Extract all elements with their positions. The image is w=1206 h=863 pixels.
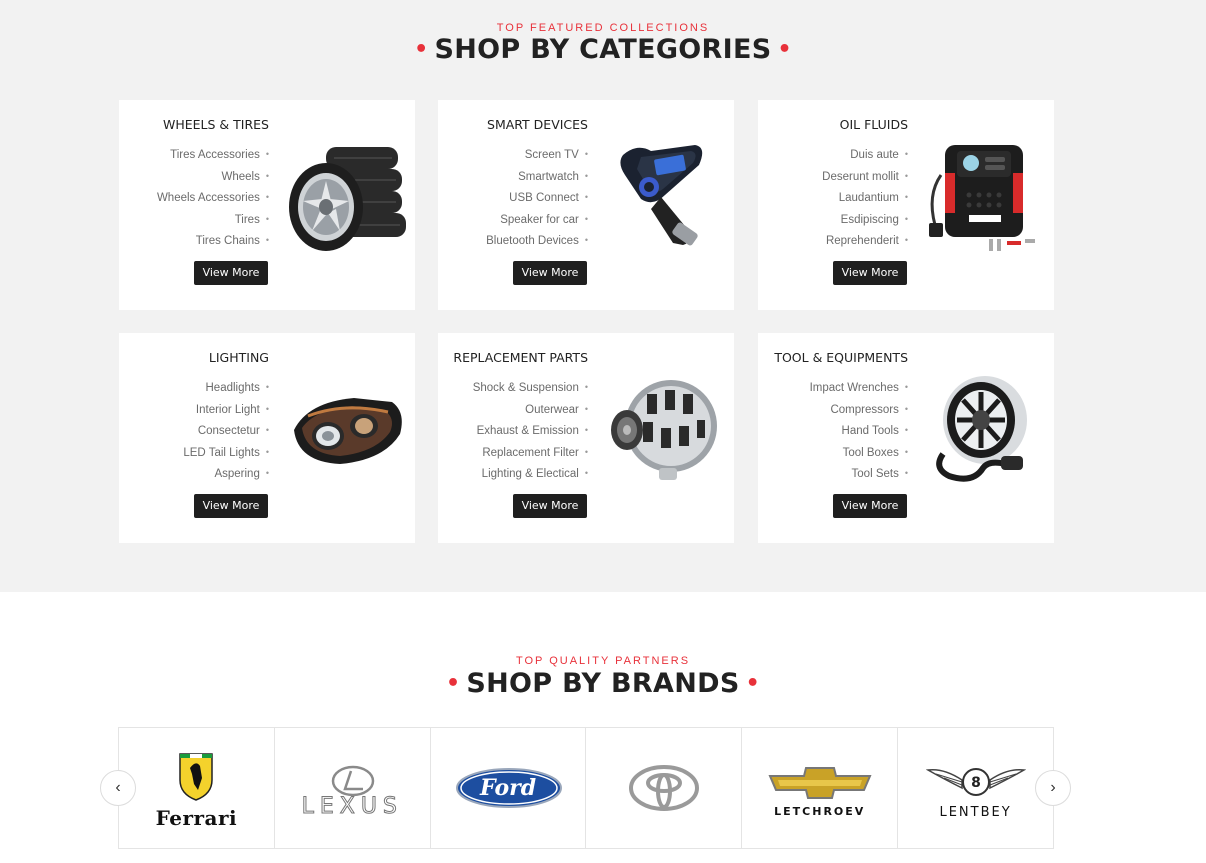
category-link[interactable]: Bluetooth Devices [486, 230, 588, 252]
brand-carousel: Ferrari LEXUS Ford LETCHROEV 8 LENTBEY [118, 727, 1054, 849]
card-title: TOOL & EQUIPMENTS [774, 350, 908, 365]
category-card-wheels-tires: WHEELS & TIRES Tires Accessories Wheels … [119, 100, 415, 310]
category-link[interactable]: Duis aute [822, 144, 908, 166]
category-card-replacement-parts: REPLACEMENT PARTS Shock & Suspension Out… [438, 333, 734, 543]
brand-logo-ferrari[interactable]: Ferrari [119, 728, 275, 848]
categories-title: • SHOP BY CATEGORIES • [0, 34, 1206, 65]
view-more-button[interactable]: View More [194, 494, 268, 518]
brands-title-text: SHOP BY BRANDS [466, 668, 740, 699]
category-link[interactable]: Headlights [183, 377, 269, 399]
view-more-button[interactable]: View More [833, 494, 907, 518]
bowtie-emblem-icon [768, 767, 872, 799]
brand-name: LENTBEY [939, 805, 1012, 820]
brand-name: Ford [480, 775, 537, 801]
category-link[interactable]: Outerwear [473, 399, 588, 421]
category-link[interactable]: Hand Tools [810, 420, 908, 442]
brands-eyebrow: TOP QUALITY PARTNERS [515, 655, 691, 667]
card-title: WHEELS & TIRES [163, 117, 269, 132]
categories-eyebrow: TOP FEATURED COLLECTIONS [496, 22, 710, 34]
brand-logo-toyota[interactable] [586, 728, 743, 848]
toyota-emblem-icon [629, 765, 700, 811]
category-link[interactable]: Laudantium [822, 187, 908, 209]
brands-title: • SHOP BY BRANDS • [0, 668, 1206, 699]
category-link[interactable]: LED Tail Lights [183, 442, 269, 464]
category-link[interactable]: Shock & Suspension [473, 377, 588, 399]
brand-name: Ferrari [155, 806, 238, 830]
brand-logo-ford[interactable]: Ford [431, 728, 587, 848]
title-dot-left: • [414, 37, 429, 62]
category-link[interactable]: Exhaust & Emission [473, 420, 588, 442]
fm-transmitter-image[interactable] [603, 135, 728, 260]
view-more-button[interactable]: View More [513, 494, 587, 518]
view-more-button[interactable]: View More [833, 261, 907, 285]
category-link[interactable]: Reprehenderit [822, 230, 908, 252]
categories-section: TOP FEATURED COLLECTIONS • SHOP BY CATEGO… [0, 0, 1206, 592]
category-link[interactable]: Wheels [157, 166, 269, 188]
category-link[interactable]: Tool Sets [810, 463, 908, 485]
card-title: LIGHTING [208, 350, 269, 365]
brand-name: LETCHROEV [774, 805, 866, 818]
view-more-button[interactable]: View More [513, 261, 587, 285]
category-link[interactable]: Compressors [810, 399, 908, 421]
title-dot-right: • [745, 671, 760, 696]
category-link[interactable]: Interior Light [183, 399, 269, 421]
chevron-left-icon: ‹ [115, 779, 121, 796]
category-link[interactable]: Screen TV [486, 144, 588, 166]
category-link[interactable]: Tires Accessories [157, 144, 269, 166]
card-title: REPLACEMENT PARTS [453, 350, 588, 365]
ferrari-shield-icon [179, 753, 213, 801]
svg-text:8: 8 [971, 775, 981, 791]
category-link[interactable]: Esdipiscing [822, 209, 908, 231]
category-link[interactable]: Aspering [183, 463, 269, 485]
carousel-prev-button[interactable]: ‹ [100, 770, 136, 806]
brand-name: LEXUS [301, 794, 403, 820]
card-title: OIL FLUIDS [839, 117, 908, 132]
brand-logo-letchroev[interactable]: LETCHROEV [742, 728, 899, 848]
brand-logo-lentbey[interactable]: 8 LENTBEY [898, 728, 1054, 848]
category-link[interactable]: Smartwatch [486, 166, 588, 188]
category-link[interactable]: Tires Chains [157, 230, 269, 252]
headlight-image[interactable] [284, 368, 409, 493]
category-link[interactable]: Impact Wrenches [810, 377, 908, 399]
category-link[interactable]: Tires [157, 209, 269, 231]
category-link[interactable]: Tool Boxes [810, 442, 908, 464]
brand-logo-lexus[interactable]: LEXUS [275, 728, 431, 848]
category-card-lighting: LIGHTING Headlights Interior Light Conse… [119, 333, 415, 543]
title-dot-left: • [446, 671, 461, 696]
tires-image[interactable] [284, 135, 409, 260]
view-more-button[interactable]: View More [194, 261, 268, 285]
carousel-next-button[interactable]: › [1035, 770, 1071, 806]
category-link[interactable]: Deserunt mollit [822, 166, 908, 188]
category-card-tool-equipments: TOOL & EQUIPMENTS Impact Wrenches Compre… [758, 333, 1054, 543]
category-link[interactable]: Replacement Filter [473, 442, 588, 464]
category-link[interactable]: Wheels Accessories [157, 187, 269, 209]
categories-title-text: SHOP BY CATEGORIES [434, 34, 772, 65]
category-card-smart-devices: SMART DEVICES Screen TV Smartwatch USB C… [438, 100, 734, 310]
category-card-oil-fluids: OIL FLUIDS Duis aute Deserunt mollit Lau… [758, 100, 1054, 310]
brands-section: TOP QUALITY PARTNERS • SHOP BY BRANDS • Fe… [0, 592, 1206, 863]
category-link[interactable]: Speaker for car [486, 209, 588, 231]
winged-emblem-icon: 8 [926, 768, 1027, 796]
title-dot-right: • [777, 37, 792, 62]
lexus-emblem-icon [331, 765, 375, 797]
air-compressor-image[interactable] [923, 135, 1048, 260]
category-link[interactable]: Lighting & Electical [473, 463, 588, 485]
category-link[interactable]: USB Connect [486, 187, 588, 209]
category-link[interactable]: Consectetur [183, 420, 269, 442]
chevron-right-icon: › [1050, 779, 1056, 796]
alternator-image[interactable] [603, 368, 728, 493]
speaker-image[interactable] [923, 368, 1048, 493]
card-title: SMART DEVICES [487, 117, 588, 132]
